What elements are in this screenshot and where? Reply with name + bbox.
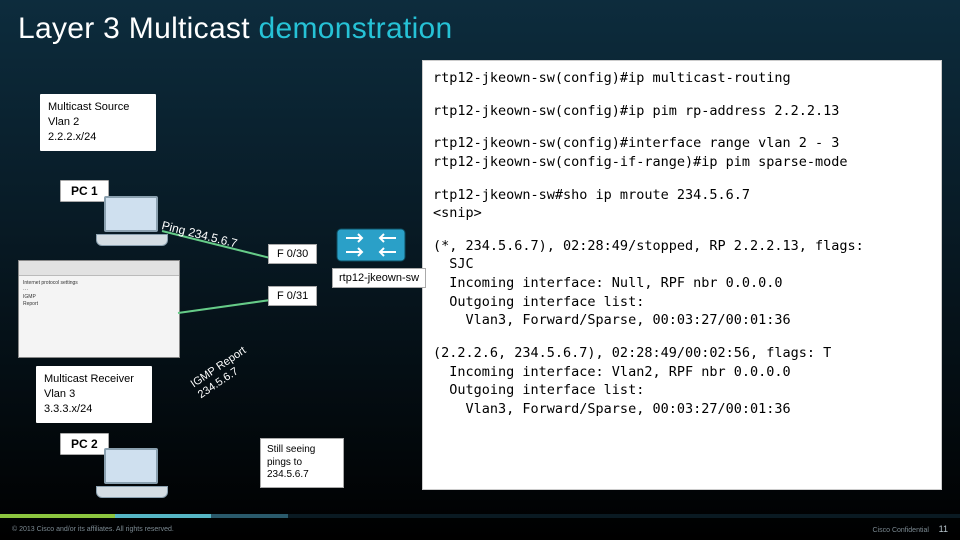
confidential: Cisco Confidential: [873, 527, 929, 534]
recv-line3: 3.3.3.x/24: [44, 402, 144, 417]
title-plain: Layer 3 Multicast: [18, 12, 259, 45]
switch-icon: [336, 228, 406, 262]
slide: Layer 3 Multicast demonstration rtp12-jk…: [0, 0, 960, 540]
term-line: rtp12-jkeown-sw(config)#ip pim rp-addres…: [433, 102, 931, 121]
multicast-receiver-box: Multicast Receiver Vlan 3 3.3.3.x/24: [36, 366, 152, 423]
ping-annotation: Ping 234.5.6.7: [160, 218, 238, 250]
term-line: (*, 234.5.6.7), 02:28:49/stopped, RP 2.2…: [433, 237, 931, 330]
src-line2: Vlan 2: [48, 115, 148, 130]
recv-line1: Multicast Receiver: [44, 372, 144, 387]
switch-label: rtp12-jkeown-sw: [332, 268, 426, 288]
laptop-icon: [96, 448, 166, 500]
page-title: Layer 3 Multicast demonstration: [0, 0, 960, 46]
src-line1: Multicast Source: [48, 100, 148, 115]
recv-line2: Vlan 3: [44, 387, 144, 402]
terminal-output: rtp12-jkeown-sw(config)#ip multicast-rou…: [422, 60, 942, 490]
term-line: rtp12-jkeown-sw(config)#interface range …: [433, 134, 931, 171]
term-line: rtp12-jkeown-sw(config)#ip multicast-rou…: [433, 69, 931, 88]
igmp-annotation: IGMP Report 234.5.6.7: [189, 344, 257, 402]
laptop-icon: [96, 196, 166, 248]
footer: © 2013 Cisco and/or its affiliates. All …: [0, 518, 960, 540]
copyright: © 2013 Cisco and/or its affiliates. All …: [12, 526, 174, 533]
page-number: 11: [939, 524, 948, 534]
still-seeing-note: Still seeing pings to 234.5.6.7: [260, 438, 344, 488]
term-line: rtp12-jkeown-sw#sho ip mroute 234.5.6.7 …: [433, 186, 931, 223]
src-line3: 2.2.2.x/24: [48, 130, 148, 145]
title-accent: demonstration: [259, 12, 453, 45]
settings-panel-thumbnail: Internet protocol settings···IGMPReport: [18, 260, 180, 358]
port-f030: F 0/30: [268, 244, 317, 264]
port-f031: F 0/31: [268, 286, 317, 306]
multicast-source-box: Multicast Source Vlan 2 2.2.2.x/24: [40, 94, 156, 151]
term-line: (2.2.2.6, 234.5.6.7), 02:28:49/00:02:56,…: [433, 344, 931, 419]
